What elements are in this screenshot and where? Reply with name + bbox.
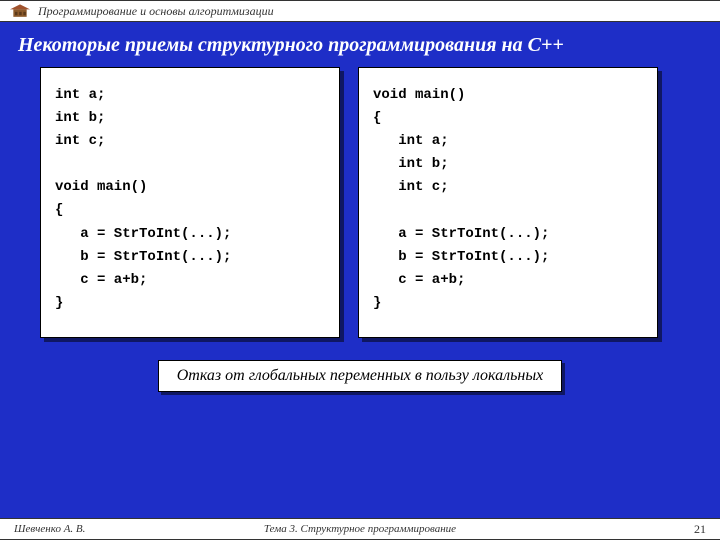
code-box-left: int a; int b; int c; void main() { a = S… (40, 67, 340, 338)
footer-page: 21 (694, 522, 706, 537)
slide-title: Некоторые приемы структурного программир… (0, 22, 720, 67)
slide: Программирование и основы алгоритмизации… (0, 0, 720, 540)
footer-topic: Тема 3. Структурное программирование (0, 523, 720, 535)
note-wrap: Отказ от глобальных переменных в пользу … (0, 360, 720, 392)
course-title: Программирование и основы алгоритмизации (38, 4, 274, 19)
header-bar: Программирование и основы алгоритмизации (0, 0, 720, 22)
code-right: void main() { int a; int b; int c; a = S… (373, 84, 643, 315)
logo-icon (10, 4, 30, 18)
code-left: int a; int b; int c; void main() { a = S… (55, 84, 325, 315)
footer-author: Шевченко А. В. (14, 523, 85, 535)
content-area: int a; int b; int c; void main() { a = S… (0, 67, 720, 338)
note-box: Отказ от глобальных переменных в пользу … (158, 360, 563, 392)
code-box-right: void main() { int a; int b; int c; a = S… (358, 67, 658, 338)
footer-bar: Шевченко А. В. Тема 3. Структурное прогр… (0, 518, 720, 540)
